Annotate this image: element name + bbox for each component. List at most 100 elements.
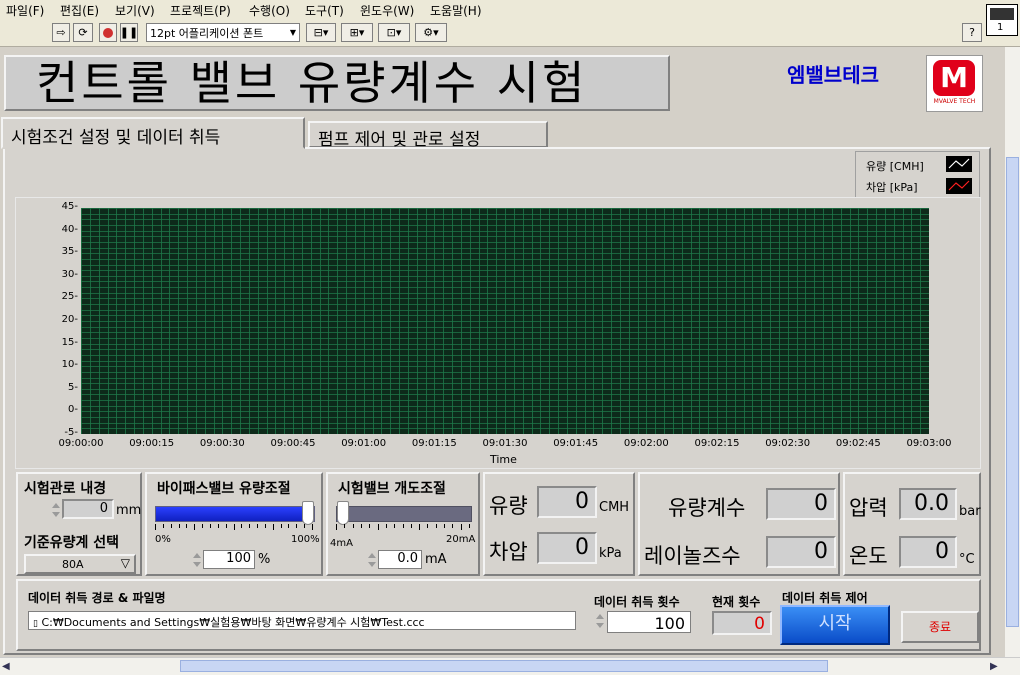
cv-indicator: 0 bbox=[766, 488, 836, 520]
x-tick-label: 09:02:30 bbox=[765, 438, 811, 449]
vertical-scrollbar[interactable] bbox=[1005, 47, 1020, 657]
reorder-button[interactable]: ⚙▾ bbox=[415, 23, 447, 42]
scale-tick bbox=[264, 524, 266, 528]
help-icon: ? bbox=[969, 26, 975, 39]
scale-tick bbox=[280, 524, 282, 528]
vertical-scroll-thumb[interactable] bbox=[1006, 157, 1019, 627]
x-tick-label: 09:01:00 bbox=[341, 438, 387, 449]
bypass-spinner[interactable] bbox=[191, 550, 203, 570]
cv-label: 유량계수 bbox=[668, 496, 746, 520]
help-button[interactable]: ? bbox=[962, 23, 982, 42]
scale-tick bbox=[394, 524, 396, 528]
brand-name: 엠밸브테크 bbox=[787, 63, 879, 87]
legend-flow-line-icon bbox=[948, 158, 970, 169]
scale-tick bbox=[186, 524, 188, 528]
scale-tick bbox=[369, 524, 371, 528]
menu-view[interactable]: 보기(V) bbox=[115, 2, 155, 19]
scroll-left-icon[interactable]: ◀ bbox=[2, 661, 10, 672]
bypass-field[interactable]: 100 bbox=[203, 550, 255, 569]
pause-button[interactable]: ❚❚ bbox=[120, 23, 138, 42]
scale-tick bbox=[312, 524, 313, 530]
x-tick-label: 09:01:15 bbox=[411, 438, 457, 449]
bypass-slider-track[interactable] bbox=[155, 501, 315, 525]
re-indicator: 0 bbox=[766, 536, 836, 568]
temp-unit: °C bbox=[959, 552, 975, 567]
test-valve-value: 0.0 bbox=[397, 551, 418, 566]
count-spinner[interactable] bbox=[594, 611, 606, 631]
menu-edit[interactable]: 편집(E) bbox=[60, 2, 99, 19]
scale-tick bbox=[419, 524, 421, 530]
align-icon: ⊟▾ bbox=[313, 26, 329, 39]
run-arrow-button[interactable]: ⇨ bbox=[52, 23, 70, 42]
resize-button[interactable]: ⊡▾ bbox=[378, 23, 410, 42]
menu-window[interactable]: 윈도우(W) bbox=[360, 2, 414, 19]
title-box: 컨트롤 밸브 유량계수 시험 bbox=[4, 55, 670, 111]
legend-flow-swatch[interactable] bbox=[946, 156, 972, 172]
run-continuous-button[interactable]: ⟳ bbox=[73, 23, 93, 42]
count-label: 데이터 취득 횟수 bbox=[594, 595, 680, 609]
x-axis-label: Time bbox=[490, 453, 517, 466]
monitor-icon bbox=[990, 8, 1014, 20]
stop-label: 종료 bbox=[928, 620, 952, 634]
diameter-unit: mm bbox=[116, 503, 142, 518]
scale-tick bbox=[385, 524, 387, 528]
test-valve-spinner[interactable] bbox=[366, 550, 378, 570]
spin-up-icon bbox=[368, 553, 376, 558]
pause-icon: ❚❚ bbox=[119, 26, 139, 39]
x-tick-label: 09:00:15 bbox=[129, 438, 175, 449]
temp-label: 온도 bbox=[849, 544, 888, 568]
bypass-slider-thumb[interactable] bbox=[302, 501, 314, 525]
reorder-icon: ⚙▾ bbox=[423, 26, 439, 39]
horizontal-scroll-thumb[interactable] bbox=[180, 660, 828, 672]
align-button[interactable]: ⊟▾ bbox=[306, 23, 336, 42]
path-input[interactable]: ▯ C:₩Documents and Settings₩실험용₩바탕 화면₩유량… bbox=[28, 611, 576, 630]
diameter-spinner[interactable] bbox=[50, 500, 62, 520]
scale-tick bbox=[162, 524, 164, 528]
chart-plot[interactable] bbox=[81, 208, 929, 434]
menu-operate[interactable]: 수행(O) bbox=[249, 2, 290, 19]
start-button[interactable]: 시작 bbox=[780, 605, 890, 645]
tab-pump-control[interactable]: 펌프 제어 및 관로 설정 bbox=[308, 121, 548, 150]
distribute-button[interactable]: ⊞▾ bbox=[341, 23, 373, 42]
plot-grid bbox=[81, 208, 929, 434]
scale-tick bbox=[249, 524, 251, 528]
count-field[interactable]: 100 bbox=[607, 611, 691, 633]
spin-up-icon bbox=[193, 553, 201, 558]
scale-tick bbox=[304, 524, 306, 528]
scale-tick bbox=[410, 524, 412, 528]
stop-button[interactable]: 종료 bbox=[901, 611, 979, 643]
dp-unit: kPa bbox=[599, 546, 622, 561]
scale-tick bbox=[452, 524, 454, 528]
menu-file[interactable]: 파일(F) bbox=[6, 2, 44, 19]
spin-down-icon bbox=[52, 512, 60, 517]
tab-data-acquisition[interactable]: 시험조건 설정 및 데이터 취득 bbox=[1, 117, 305, 149]
scale-tick bbox=[435, 524, 437, 528]
menu-help[interactable]: 도움말(H) bbox=[430, 2, 482, 19]
x-tick-label: 09:01:45 bbox=[553, 438, 599, 449]
test-valve-slider-thumb[interactable] bbox=[337, 501, 349, 525]
legend-dp-line-icon bbox=[948, 180, 970, 191]
diameter-field[interactable]: 0 bbox=[62, 499, 114, 519]
abort-button[interactable] bbox=[99, 23, 117, 42]
horizontal-scrollbar[interactable]: ◀ ▶ bbox=[0, 657, 1020, 675]
temp-indicator: 0 bbox=[899, 536, 957, 568]
flow-unit: CMH bbox=[599, 500, 630, 515]
legend-dp-swatch[interactable] bbox=[946, 178, 972, 194]
flow-dp-panel: 유량 0 CMH 차압 0 kPa bbox=[483, 472, 635, 576]
menu-project[interactable]: 프로젝트(P) bbox=[170, 2, 231, 19]
test-valve-field[interactable]: 0.0 bbox=[378, 550, 422, 569]
pressure-unit: bar bbox=[959, 504, 981, 519]
scale-tick bbox=[377, 524, 379, 530]
scroll-right-icon[interactable]: ▶ bbox=[990, 661, 998, 672]
y-axis: 45- 40- 35- 30- 25- 20- 15- 10- 5- 0- -5- bbox=[16, 198, 78, 468]
current-indicator: 0 bbox=[712, 611, 772, 635]
y-tick-label: 35- bbox=[61, 246, 78, 258]
logo-subtext: MVALVE TECH bbox=[933, 98, 976, 105]
flowmeter-select[interactable]: 80A ▽ bbox=[24, 554, 136, 574]
font-select[interactable]: 12pt 어플리케이션 폰트 ▼ bbox=[146, 23, 300, 42]
scale-tick bbox=[272, 524, 274, 530]
spin-down-icon bbox=[193, 562, 201, 567]
menu-tools[interactable]: 도구(T) bbox=[305, 2, 344, 19]
test-valve-slider-track[interactable] bbox=[336, 501, 472, 525]
vi-icon[interactable]: 1 bbox=[986, 4, 1018, 36]
